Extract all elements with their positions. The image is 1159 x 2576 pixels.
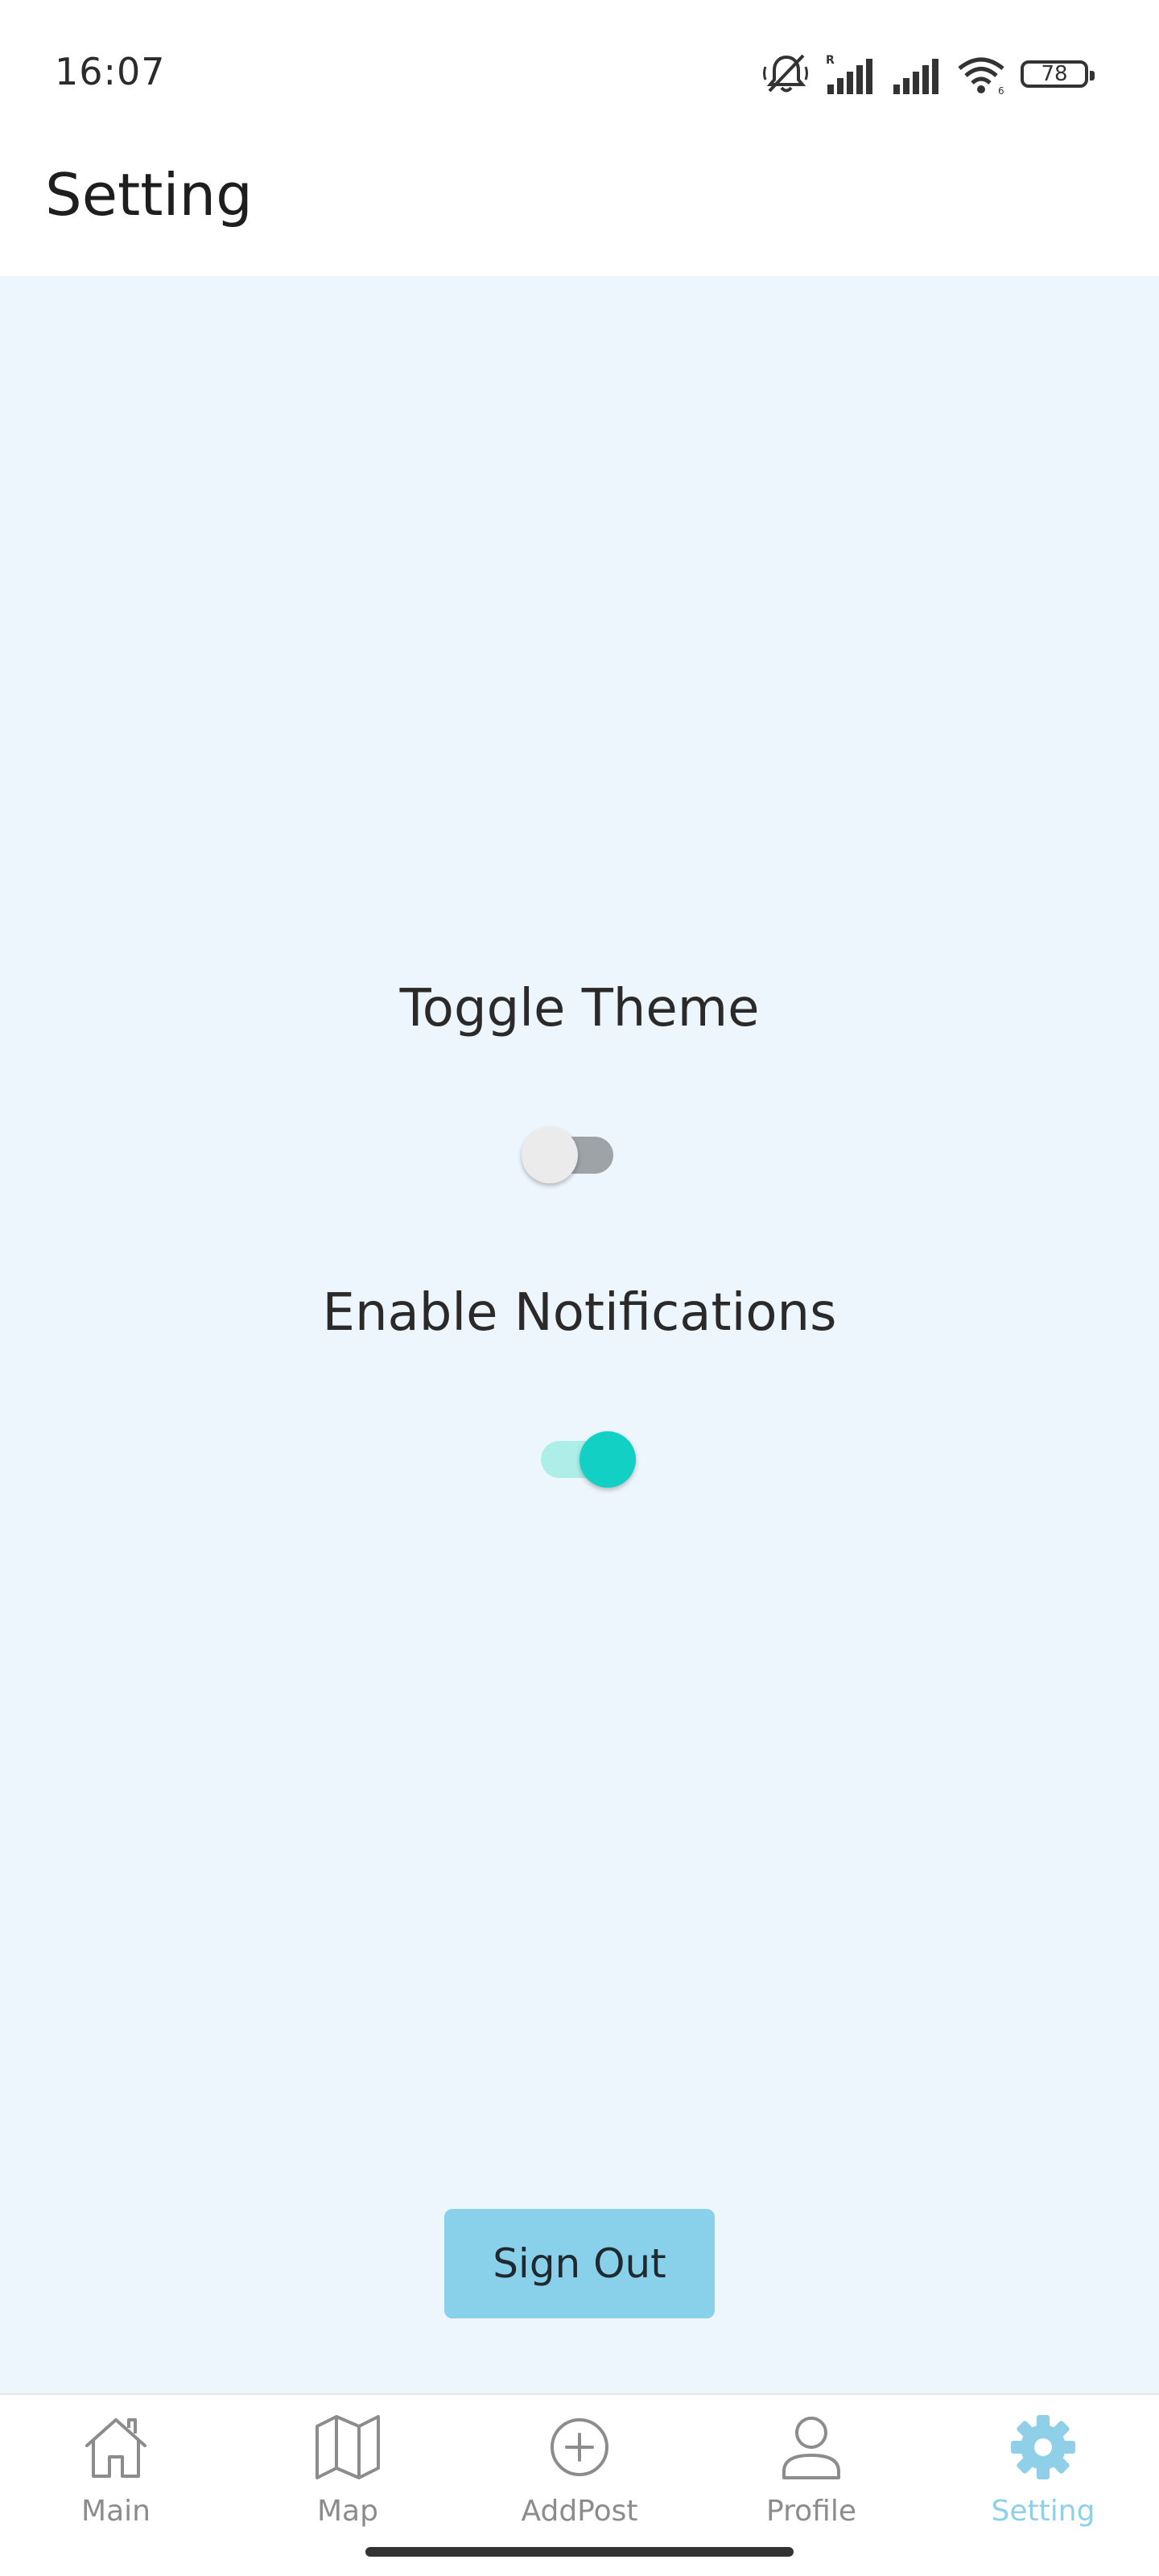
home-icon	[80, 2411, 152, 2483]
status-icons: R 6 78	[763, 52, 1095, 97]
nav-label-map: Map	[317, 2495, 378, 2528]
nav-item-map[interactable]: Map	[267, 2411, 428, 2564]
switch-thumb	[580, 1431, 636, 1488]
enable-notifications-label: Enable Notifications	[322, 1283, 837, 1343]
switch-thumb	[522, 1127, 578, 1183]
nav-item-addpost[interactable]: AddPost	[499, 2411, 660, 2564]
svg-text:R: R	[826, 54, 835, 67]
sign-out-button[interactable]: Sign Out	[444, 2209, 715, 2318]
nav-item-main[interactable]: Main	[35, 2411, 196, 2564]
signal-icon	[890, 52, 942, 96]
map-icon	[311, 2411, 384, 2483]
battery-icon: 78	[1021, 60, 1095, 88]
home-indicator[interactable]	[365, 2547, 794, 2557]
enable-notifications-switch[interactable]	[541, 1423, 637, 1488]
battery-level: 78	[1041, 62, 1068, 86]
nav-item-setting[interactable]: Setting	[963, 2411, 1124, 2564]
mute-icon	[763, 52, 810, 96]
person-icon	[775, 2411, 848, 2483]
signal-roaming-icon: R	[824, 52, 876, 96]
nav-item-profile[interactable]: Profile	[731, 2411, 892, 2564]
wifi-icon: 6	[956, 52, 1006, 96]
nav-label-setting: Setting	[991, 2495, 1095, 2528]
status-bar: 16:07 R 6 78	[0, 0, 1159, 145]
nav-label-main: Main	[81, 2495, 151, 2528]
page-title: Setting	[45, 161, 253, 229]
toggle-theme-label: Toggle Theme	[399, 979, 760, 1038]
gear-icon	[1007, 2411, 1079, 2483]
nav-label-addpost: AddPost	[521, 2495, 638, 2528]
svg-text:6: 6	[998, 85, 1004, 96]
status-time: 16:07	[55, 50, 166, 93]
add-circle-icon	[543, 2411, 616, 2483]
nav-label-profile: Profile	[766, 2495, 856, 2528]
toggle-theme-switch[interactable]	[522, 1119, 618, 1183]
